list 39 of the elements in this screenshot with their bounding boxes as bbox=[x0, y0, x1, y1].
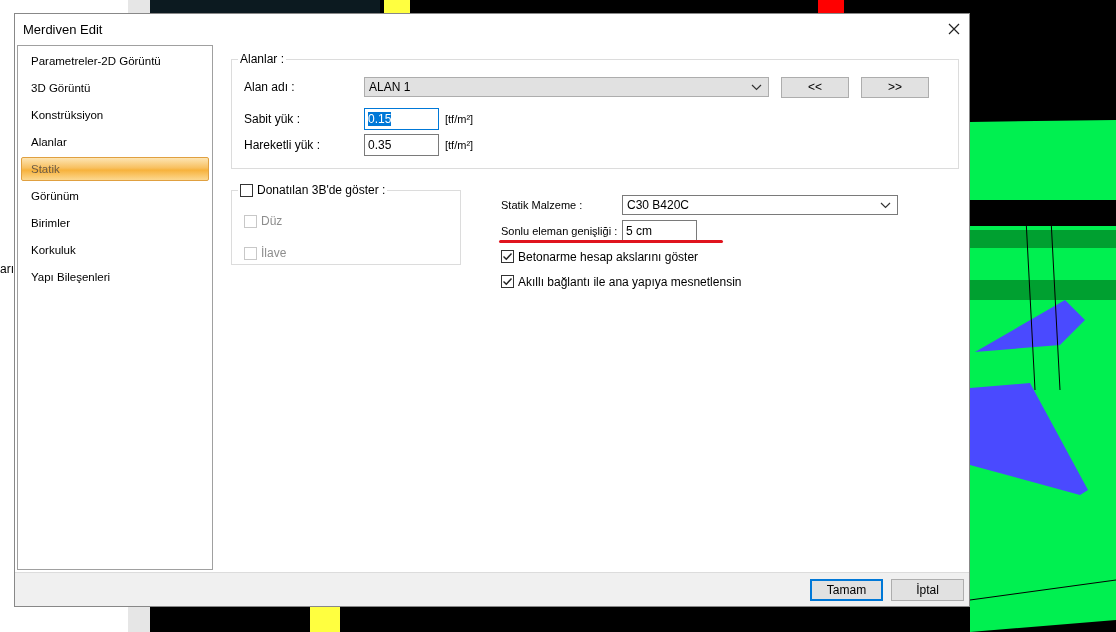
nav-button[interactable]: >> bbox=[861, 76, 929, 98]
dialog-button[interactable]: İptal bbox=[891, 578, 964, 601]
window-title: Merdiven Edit bbox=[23, 21, 103, 37]
unit-label: [tf/m²] bbox=[445, 113, 474, 125]
sidebar-item[interactable]: Yapı Bileşenleri bbox=[21, 265, 209, 289]
sidebar-item[interactable]: Korkuluk bbox=[21, 238, 209, 262]
input-field[interactable]: 5 cm bbox=[622, 220, 697, 242]
checkbox[interactable] bbox=[501, 275, 514, 288]
checkbox-label: Betonarme hesap akslarını göster bbox=[518, 249, 699, 264]
chevron-down-icon bbox=[880, 201, 891, 209]
field-label: Alan adı : bbox=[244, 80, 296, 94]
field-label: Sabit yük : bbox=[244, 112, 302, 126]
sidebar-item[interactable]: 3D Görüntü bbox=[21, 76, 209, 100]
checkbox-label: Düz bbox=[261, 214, 283, 228]
nav-button[interactable]: << bbox=[781, 76, 849, 98]
unit-label: [tf/m²] bbox=[445, 139, 474, 151]
sidebar-item[interactable]: Görünüm bbox=[21, 184, 209, 208]
sidebar-item[interactable]: Parametreler-2D Görüntü bbox=[21, 49, 209, 73]
sidebar-item[interactable]: Birimler bbox=[21, 211, 209, 235]
dialog-button[interactable]: Tamam bbox=[810, 578, 883, 601]
background-text: arı bbox=[0, 262, 14, 276]
checkbox[interactable] bbox=[501, 250, 514, 263]
field-label: Statik Malzeme : bbox=[501, 199, 584, 211]
input-field[interactable]: 0.35 bbox=[364, 134, 439, 156]
checkbox-label: İlave bbox=[261, 246, 287, 260]
group-legend: Alanlar : bbox=[238, 52, 287, 66]
chevron-down-icon bbox=[751, 83, 762, 91]
checkbox-label: Donatılan 3B'de göster : bbox=[257, 183, 386, 197]
field-label: Hareketli yük : bbox=[244, 138, 322, 152]
sidebar-item[interactable]: Konstrüksiyon bbox=[21, 103, 209, 127]
field-label: Sonlu eleman genişliği : bbox=[501, 225, 619, 237]
input-field[interactable]: 0.15 bbox=[364, 108, 439, 130]
sidebar-item[interactable]: Alanlar bbox=[21, 130, 209, 154]
checkbox[interactable] bbox=[240, 183, 253, 197]
sidebar-item[interactable]: Statik bbox=[21, 157, 209, 181]
checkbox-label: Akıllı bağlantı ile ana yapıya mesnetlensin bbox=[518, 274, 742, 289]
material-dropdown[interactable]: C30 B420C bbox=[622, 195, 898, 215]
area-dropdown[interactable]: ALAN 1 bbox=[364, 77, 769, 97]
close-icon[interactable] bbox=[947, 22, 961, 36]
